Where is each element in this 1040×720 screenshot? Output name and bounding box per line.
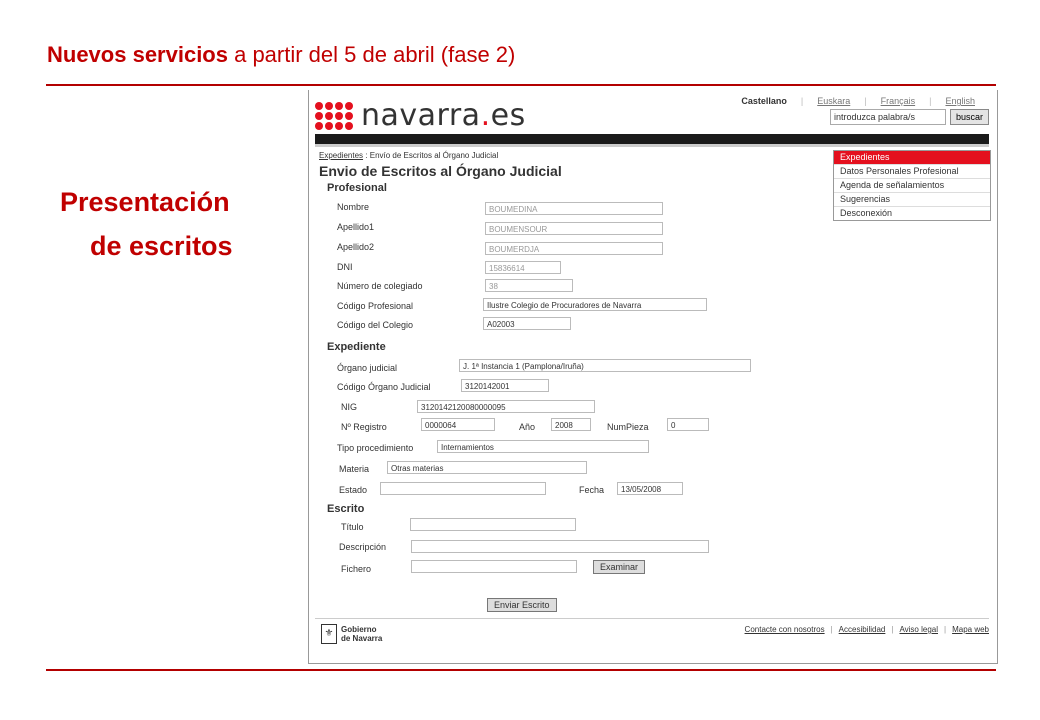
anio-field[interactable]: 2008: [551, 418, 591, 431]
titulo-label: Título: [341, 522, 364, 532]
side-label: Presentación de escritos: [60, 180, 233, 268]
footer-link-contacte[interactable]: Contacte con nosotros: [745, 625, 825, 634]
nombre-field[interactable]: BOUMEDINA: [485, 202, 663, 215]
site-footer: ⚜ Gobierno de Navarra Contacte con nosot…: [315, 618, 989, 651]
organo-field[interactable]: J. 1ª Instancia 1 (Pamplona/Iruña): [459, 359, 751, 372]
shield-icon: ⚜: [321, 624, 337, 644]
slide-title-bold: Nuevos servicios: [47, 42, 228, 67]
descripcion-label: Descripción: [339, 542, 387, 552]
titulo-input[interactable]: [410, 518, 576, 531]
examinar-button[interactable]: Examinar: [593, 560, 646, 574]
registro-field[interactable]: 0000064: [421, 418, 495, 431]
top-nav-bar: [315, 134, 989, 144]
organo-label: Órgano judicial: [337, 363, 398, 373]
nombre-label: Nombre: [337, 202, 370, 212]
estado-field[interactable]: [380, 482, 546, 495]
search-input[interactable]: [829, 109, 946, 125]
menu-item-desconexion[interactable]: Desconexión: [834, 206, 990, 220]
estado-label: Estado: [339, 485, 368, 495]
materia-label: Materia: [339, 464, 370, 474]
codcol-label: Código del Colegio: [337, 320, 414, 330]
menu-item-sugerencias[interactable]: Sugerencias: [834, 192, 990, 206]
fecha-label: Fecha: [579, 485, 605, 495]
menu-item-agenda[interactable]: Agenda de señalamientos: [834, 178, 990, 192]
section-expediente: Expediente: [327, 341, 386, 353]
bottom-rule: [46, 669, 996, 671]
section-escrito: Escrito: [327, 503, 365, 515]
descripcion-input[interactable]: [411, 540, 709, 553]
browser-screenshot: navarra.es Castellano | Euskara | França…: [308, 90, 998, 664]
fichero-input[interactable]: [411, 560, 577, 573]
nig-field[interactable]: 3120142120080000095: [417, 400, 595, 413]
menu-item-expedientes[interactable]: Expedientes: [834, 151, 990, 164]
gob-line1: Gobierno: [341, 625, 377, 634]
tipo-field[interactable]: Internamientos: [437, 440, 649, 453]
site-search: buscar: [829, 109, 989, 125]
footer-link-accesibilidad[interactable]: Accesibilidad: [839, 625, 886, 634]
apellido2-field[interactable]: BOUMERDJA: [485, 242, 663, 255]
lang-english[interactable]: English: [931, 96, 989, 106]
codorg-label: Código Órgano Judicial: [337, 382, 431, 392]
section-profesional: Profesional: [327, 182, 387, 194]
nig-label: NIG: [341, 402, 358, 412]
footer-link-aviso-legal[interactable]: Aviso legal: [899, 625, 938, 634]
top-rule: [46, 84, 996, 86]
registro-label: Nº Registro: [341, 422, 387, 432]
breadcrumb: Expedientes : Envío de Escritos al Órgan…: [319, 151, 499, 160]
side-label-line2: de escritos: [90, 231, 233, 261]
materia-field[interactable]: Otras materias: [387, 461, 587, 474]
page-title: Envio de Escritos al Órgano Judicial: [319, 163, 562, 179]
codorg-field[interactable]: 3120142001: [461, 379, 549, 392]
colegiado-label: Número de colegiado: [337, 281, 423, 291]
dni-label: DNI: [337, 262, 353, 272]
lang-castellano[interactable]: Castellano: [727, 96, 801, 106]
dni-field[interactable]: 15836614: [485, 261, 561, 274]
numpieza-field[interactable]: 0: [667, 418, 709, 431]
search-button[interactable]: buscar: [949, 109, 989, 125]
breadcrumb-expedientes[interactable]: Expedientes: [319, 151, 363, 160]
logo-dots-icon: [315, 101, 353, 130]
codprof-label: Código Profesional: [337, 301, 414, 311]
fecha-field[interactable]: 13/05/2008: [617, 482, 683, 495]
slide-title: Nuevos servicios a partir del 5 de abril…: [47, 42, 515, 68]
breadcrumb-current: Envío de Escritos al Órgano Judicial: [369, 151, 499, 160]
language-selector: Castellano | Euskara | Français | Englis…: [727, 96, 989, 106]
footer-links: Contacte con nosotros | Accesibilidad | …: [744, 625, 989, 634]
apellido2-label: Apellido2: [337, 242, 375, 252]
navarra-logo[interactable]: navarra.es: [315, 98, 526, 133]
anio-label: Año: [519, 422, 536, 432]
numpieza-label: NumPieza: [607, 422, 649, 432]
colegiado-field[interactable]: 38: [485, 279, 573, 292]
lang-euskara[interactable]: Euskara: [803, 96, 864, 106]
top-nav-shadow: [315, 144, 989, 147]
menu-item-datos-personales[interactable]: Datos Personales Profesional: [834, 164, 990, 178]
apellido1-label: Apellido1: [337, 222, 375, 232]
gobierno-logo[interactable]: ⚜ Gobierno de Navarra: [321, 624, 382, 644]
fichero-label: Fichero: [341, 564, 372, 574]
tipo-label: Tipo procedimiento: [337, 443, 414, 453]
codcol-field[interactable]: A02003: [483, 317, 571, 330]
lang-francais[interactable]: Français: [867, 96, 930, 106]
slide-title-rest: a partir del 5 de abril (fase 2): [227, 42, 516, 67]
logo-text: navarra.es: [361, 98, 526, 133]
gob-line2: de Navarra: [341, 634, 383, 643]
apellido1-field[interactable]: BOUMENSOUR: [485, 222, 663, 235]
enviar-escrito-button[interactable]: Enviar Escrito: [487, 598, 557, 612]
codprof-field[interactable]: Ilustre Colegio de Procuradores de Navar…: [483, 298, 707, 311]
side-label-line1: Presentación: [60, 187, 230, 217]
side-menu: Expedientes Datos Personales Profesional…: [833, 150, 991, 221]
footer-link-mapa-web[interactable]: Mapa web: [952, 625, 989, 634]
